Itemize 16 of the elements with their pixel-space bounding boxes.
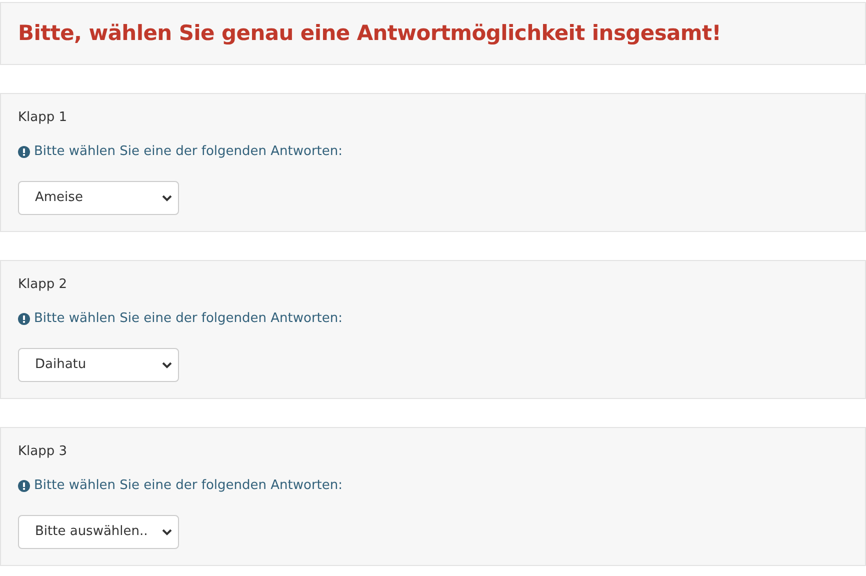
question-title: Klapp 2 [18,276,68,294]
chevron-down-icon [162,362,172,368]
hint-text: Bitte wählen Sie eine der folgenden Antworten: [34,310,343,328]
hint-text: Bitte wählen Sie eine der folgenden Antworten: [34,477,343,496]
question-title: Klapp 1 [18,109,68,127]
answer-dropdown[interactable]: Bitte auswählen.. [18,515,179,549]
chevron-down-icon [162,194,172,202]
answer-dropdown[interactable]: Daihatu [18,348,179,382]
page-title: Bitte, wählen Sie genau eine Antwortmöglichkeit insgesamt! [18,20,721,47]
exclamation-icon [18,313,30,325]
exclamation-icon [18,480,30,492]
chevron-down-icon [162,528,172,536]
answer-dropdown[interactable]: Ameise [18,181,179,215]
exclamation-icon [18,146,30,158]
question-title: Klapp 3 [18,443,68,461]
hint-text: Bitte wählen Sie eine der folgenden Antworten: [34,143,343,162]
